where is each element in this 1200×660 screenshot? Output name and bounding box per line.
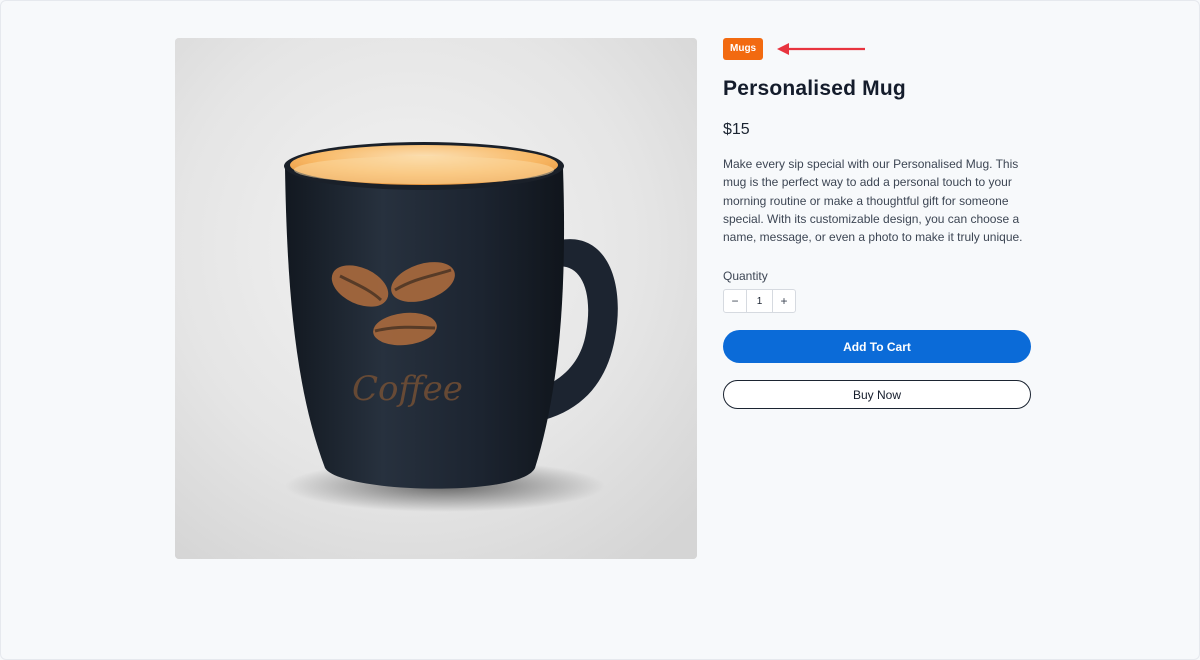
mug-print-text: Coffee [352,369,463,409]
product-description: Make every sip special with our Personal… [723,157,1023,245]
quantity-stepper: − 1 + [723,289,796,313]
add-to-cart-button[interactable]: Add To Cart [723,330,1031,363]
buy-now-button[interactable]: Buy Now [723,380,1031,409]
left-arrow-icon [777,43,865,55]
product-image: Coffee [175,38,697,559]
quantity-label: Quantity [723,269,768,283]
category-badge[interactable]: Mugs [723,38,764,60]
plus-icon[interactable]: + [773,290,795,312]
minus-icon[interactable]: − [724,290,746,312]
quantity-input[interactable]: 1 [746,290,773,312]
mug-illustration: Coffee [175,38,697,559]
product-title: Personalised Mug [723,77,906,100]
product-price: $15 [723,121,750,138]
